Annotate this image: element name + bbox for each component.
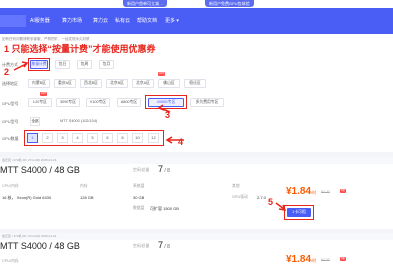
annotation-2: 2 [4, 67, 10, 77]
promo-right[interactable]: 新用户免费GPU包体验 [205, 0, 254, 7]
region-label: 选择地区 [2, 81, 18, 86]
cpu-label: CPU/内存 [2, 259, 19, 263]
old-price: ¥2.30 [321, 258, 330, 262]
region-chongqing-a[interactable]: 重庆A区 [54, 79, 76, 88]
region-hot-badge: HOT [158, 72, 166, 76]
nav-more-dropdown[interactable]: 更多 ▾ [165, 17, 179, 24]
card-header: 宿迁区 / 172机 (ID: 27xxx01) 2025-01-01 [0, 233, 393, 240]
logo[interactable] [0, 15, 26, 27]
data-disk-value: 可扩容 1500 GB [150, 206, 179, 211]
annotation-box-gpu-count [24, 130, 164, 146]
system-disk-label: 系统盘 [133, 184, 145, 188]
annotation-1-text: 1 只能选择“按量计费”才能使用优惠券 [4, 44, 156, 54]
region-beijing-a[interactable]: 北京A区 [132, 79, 154, 88]
free-total-value: 7 / 8 [158, 240, 170, 250]
server-card: 宿迁区 / 172机 (ID: 27xxx00) 2025-01-01 MTT … [0, 157, 393, 229]
nav-item-docs[interactable]: 帮助文档 [137, 17, 157, 24]
nav-ai-server[interactable]: AI服务器 [30, 17, 50, 24]
gpu-zone-multi[interactable]: 多为费用专区 [190, 98, 224, 107]
extra-label: 其他 [232, 184, 240, 188]
gpu-model-all[interactable]: 全部 [30, 117, 40, 126]
region-foshan[interactable]: 佛山区 [158, 79, 180, 88]
region-suqian[interactable]: 宿迁区 [184, 79, 206, 88]
billing-monthly[interactable]: 包月 [99, 60, 114, 69]
annotation-box-rent [284, 205, 314, 220]
gpu-count-label: GPU数量 [2, 136, 19, 141]
annotation-4: 4 [178, 137, 184, 147]
discount-tag: 8折 [340, 257, 347, 261]
gpu-zone-a800[interactable]: A800专区 [117, 98, 141, 107]
cpu-label: CPU/内存 [2, 184, 19, 188]
annotation-box-billing [28, 58, 50, 71]
annotation-box-gpu-zone [145, 95, 187, 109]
billing-daily[interactable]: 包日 [55, 60, 70, 69]
system-disk-value: 30 GB [133, 195, 145, 200]
server-card: 宿迁区 / 172机 (ID: 27xxx01) 2025-01-01 MTT … [0, 233, 393, 267]
price: ¥1.84/时 [286, 186, 317, 197]
annotation-5: 5 [268, 197, 274, 207]
card-title[interactable]: MTT S4000 / 48 GB [0, 165, 80, 175]
nav-item-cloud[interactable]: 算力云 [93, 17, 108, 24]
gpu-model-label: GPU型号 [2, 119, 19, 124]
gpu-driver-value: 2.7.0 [257, 195, 266, 200]
discount-tag: 8折 [340, 189, 347, 193]
region-neimeng-b[interactable]: 内蒙B区 [28, 79, 50, 88]
price: ¥1.84/时 [286, 254, 317, 265]
cpu-value: 16 核， Xeon(R) Gold 6430 [2, 195, 52, 200]
region-xibei-b[interactable]: 西北B区 [80, 79, 102, 88]
mem-value: 128 GB [80, 195, 94, 200]
promo-bar: 新用户首单可立减… 新用户免费GPU包体验 [0, 0, 393, 8]
free-total-label: 空闲/总量 [133, 168, 150, 172]
annotation-3: 3 [165, 110, 171, 120]
data-disk-label: 数据盘 [133, 206, 145, 210]
card-title[interactable]: MTT S4000 / 48 GB [0, 241, 80, 251]
billing-weekly[interactable]: 包周 [77, 60, 92, 69]
gpu-zone-v100[interactable]: V100专区 [86, 98, 110, 107]
gpu-zone-label: GPU型号 [2, 101, 19, 106]
free-total-label: 空闲/总量 [133, 244, 150, 248]
gpu-zone-3090[interactable]: 3090专区 [56, 98, 80, 107]
nav-item-private[interactable]: 私有云 [115, 17, 130, 24]
region-beijing-b[interactable]: 北京B区 [106, 79, 128, 88]
gpu-model-option[interactable]: MTT S4000 (102/104) [60, 117, 97, 126]
promo-left[interactable]: 新用户首单可立减… [123, 0, 167, 7]
top-nav: AI服务器 算力市场 算力云 私有云 帮助文档 更多 ▾ [0, 8, 393, 34]
gpu-zone-l20[interactable]: L20专区 [28, 98, 52, 107]
gpu-zone-hot-badge: HOT [40, 92, 48, 96]
old-price: ¥2.30 [321, 190, 330, 194]
gpu-driver-label: GPU驱动 [232, 195, 248, 199]
card-header: 宿迁区 / 172机 (ID: 27xxx00) 2025-01-01 [0, 157, 393, 164]
mem-label: 内存 [80, 184, 88, 188]
free-total-value: 7 / 8 [158, 164, 170, 174]
nav-item-market[interactable]: 算力市场 [62, 17, 82, 24]
